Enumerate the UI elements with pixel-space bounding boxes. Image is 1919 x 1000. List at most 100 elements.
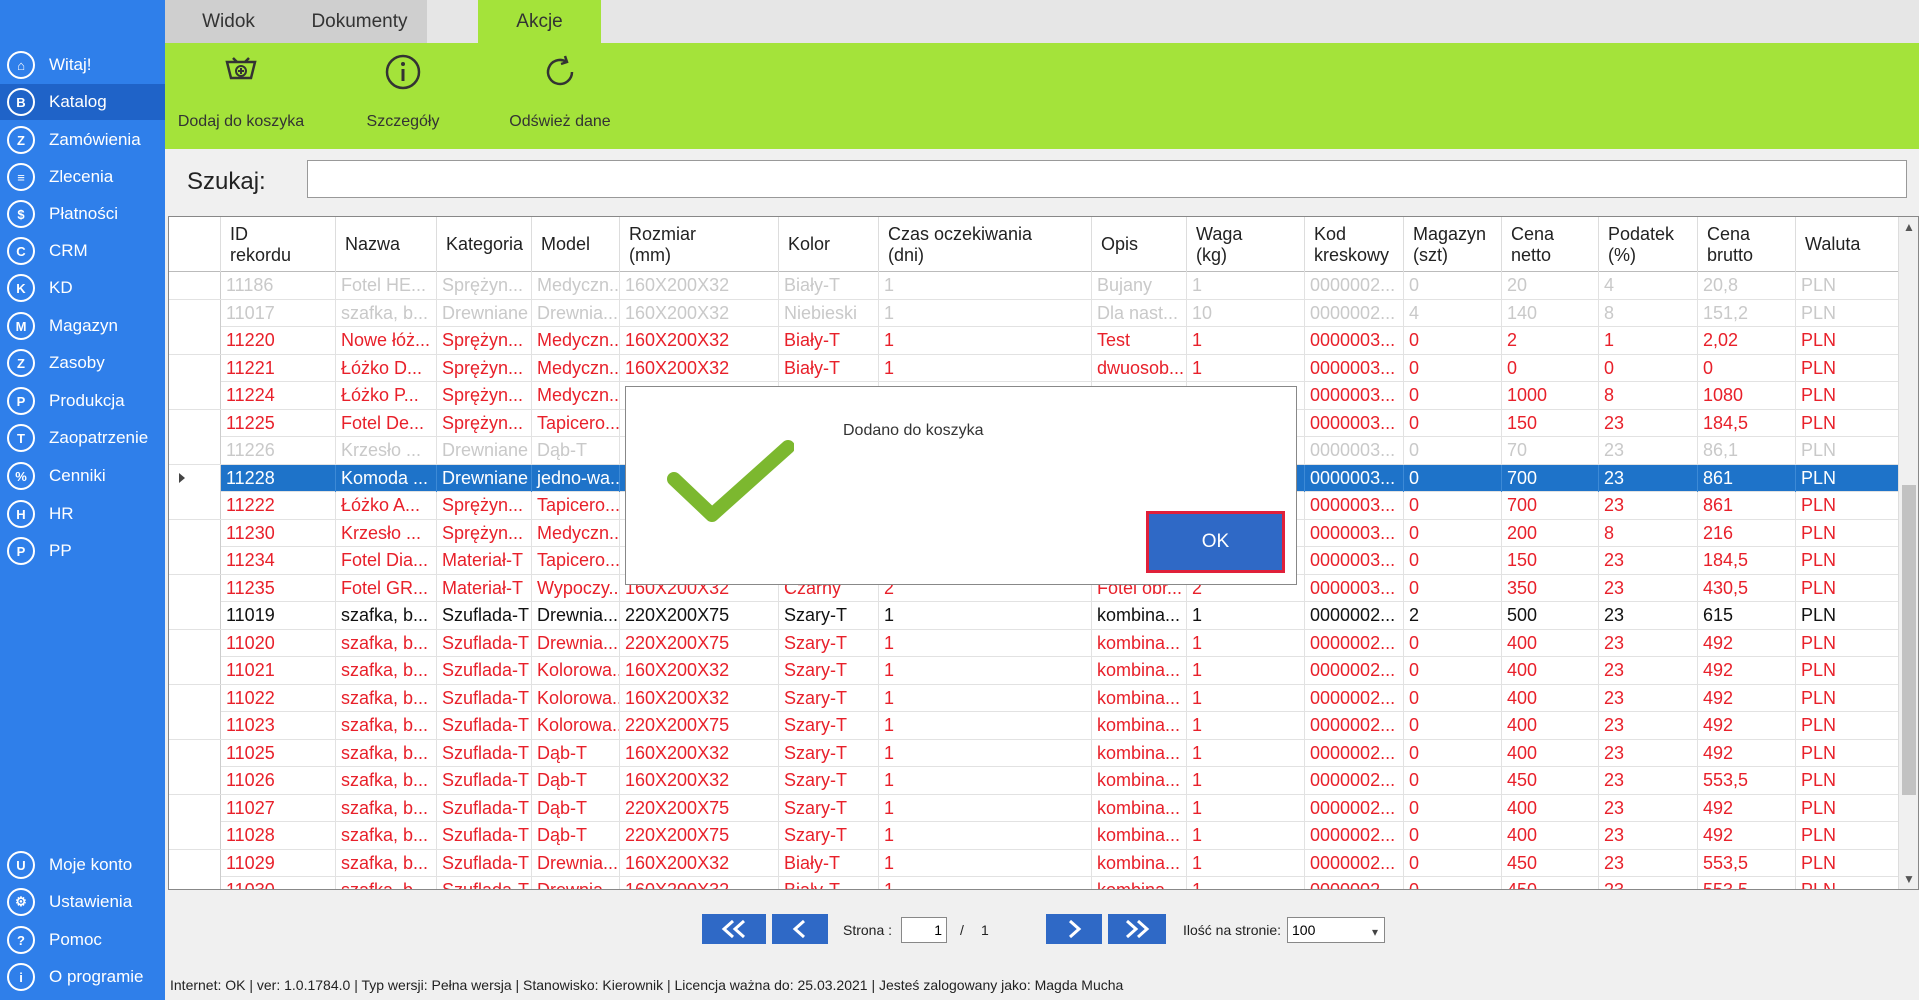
table-cell[interactable]: Kolorowa...	[532, 712, 620, 739]
row-header[interactable]	[169, 437, 221, 464]
table-cell[interactable]: 400	[1502, 657, 1599, 684]
table-cell[interactable]: szafka, b...	[336, 712, 437, 739]
table-cell[interactable]: 492	[1698, 822, 1796, 849]
vertical-scrollbar[interactable]: ▲ ▼	[1898, 217, 1918, 889]
table-cell[interactable]: Medyczn...	[532, 382, 620, 409]
next-page-button[interactable]	[1046, 914, 1102, 944]
table-cell[interactable]: PLN	[1796, 574, 1899, 602]
table-cell[interactable]: szafka, b...	[336, 767, 437, 794]
table-cell[interactable]: Dąb-T	[532, 794, 620, 822]
table-cell[interactable]: 1	[879, 657, 1092, 684]
table-cell[interactable]: 0	[1698, 354, 1796, 382]
table-cell[interactable]: 0000002...	[1305, 877, 1404, 889]
table-cell[interactable]: 11017	[221, 299, 336, 327]
table-cell[interactable]: 1	[1187, 822, 1305, 849]
table-cell[interactable]: 1	[1187, 767, 1305, 794]
table-cell[interactable]: Komoda ...	[336, 464, 437, 492]
table-cell[interactable]: szafka, b...	[336, 684, 437, 712]
table-cell[interactable]: 160X200X32	[620, 354, 779, 382]
table-cell[interactable]: Nowe łóż...	[336, 327, 437, 354]
table-cell[interactable]: 23	[1599, 794, 1698, 822]
table-cell[interactable]: Szuflada-T	[437, 849, 532, 877]
scroll-thumb[interactable]	[1902, 485, 1916, 795]
table-cell[interactable]: PLN	[1796, 327, 1899, 354]
table-cell[interactable]: Kolorowa...	[532, 684, 620, 712]
sidebar-item-płatności[interactable]: $ Płatności	[0, 196, 165, 232]
table-cell[interactable]: 0	[1404, 712, 1502, 739]
table-cell[interactable]: 1	[879, 327, 1092, 354]
table-cell[interactable]: 11230	[221, 519, 336, 547]
table-cell[interactable]: Łóżko P...	[336, 382, 437, 409]
table-cell[interactable]: Tapicero...	[532, 409, 620, 437]
tab-akcje[interactable]: Akcje	[478, 0, 601, 43]
table-cell[interactable]: Drewnia...	[532, 629, 620, 657]
table-cell[interactable]: PLN	[1796, 794, 1899, 822]
table-cell[interactable]: 11220	[221, 327, 336, 354]
scroll-down-icon[interactable]: ▼	[1899, 869, 1918, 889]
table-cell[interactable]: Drewnia...	[532, 877, 620, 889]
table-cell[interactable]: 1	[879, 877, 1092, 889]
table-cell[interactable]: Drewnia...	[532, 299, 620, 327]
table-cell[interactable]: Krzesło ...	[336, 437, 437, 464]
table-cell[interactable]: 0000002...	[1305, 822, 1404, 849]
table-cell[interactable]: 11028	[221, 822, 336, 849]
table-cell[interactable]: 1	[879, 822, 1092, 849]
table-cell[interactable]: 450	[1502, 767, 1599, 794]
table-cell[interactable]: 0	[1404, 684, 1502, 712]
table-cell[interactable]: Dla nast...	[1092, 299, 1187, 327]
ok-button[interactable]: OK	[1146, 511, 1285, 573]
sidebar-item-ustawienia[interactable]: ⚙ Ustawienia	[0, 884, 165, 920]
table-cell[interactable]: Szary-T	[779, 822, 879, 849]
table-cell[interactable]: 200	[1502, 519, 1599, 547]
table-cell[interactable]: 4	[1599, 272, 1698, 299]
table-cell[interactable]: Sprężyn...	[437, 354, 532, 382]
sidebar-item-o-programie[interactable]: i O programie	[0, 959, 165, 995]
table-cell[interactable]: 0000002...	[1305, 684, 1404, 712]
column-header[interactable]: Cena netto	[1502, 217, 1599, 272]
table-cell[interactable]: 11023	[221, 712, 336, 739]
table-cell[interactable]: 70	[1502, 437, 1599, 464]
table-cell[interactable]: Drewniane	[437, 299, 532, 327]
table-cell[interactable]: 0000003...	[1305, 547, 1404, 574]
column-header[interactable]: Opis	[1092, 217, 1187, 272]
sidebar-item-zlecenia[interactable]: ≡ Zlecenia	[0, 159, 165, 195]
table-cell[interactable]: Medyczn...	[532, 327, 620, 354]
table-cell[interactable]: szafka, b...	[336, 822, 437, 849]
sidebar-item-produkcja[interactable]: P Produkcja	[0, 383, 165, 419]
table-cell[interactable]: 0	[1404, 327, 1502, 354]
table-cell[interactable]: 450	[1502, 849, 1599, 877]
table-cell[interactable]: 0000002...	[1305, 794, 1404, 822]
table-cell[interactable]: PLN	[1796, 299, 1899, 327]
table-row[interactable]: 11020 szafka, b... Szuflada-T Drewnia... 220…	[169, 629, 1899, 657]
table-cell[interactable]: 0000002...	[1305, 657, 1404, 684]
table-cell[interactable]: PLN	[1796, 464, 1899, 492]
table-cell[interactable]: 0000003...	[1305, 354, 1404, 382]
table-cell[interactable]: 140	[1502, 299, 1599, 327]
table-cell[interactable]: 11019	[221, 602, 336, 629]
table-cell[interactable]: PLN	[1796, 767, 1899, 794]
sidebar-item-kd[interactable]: K KD	[0, 270, 165, 306]
table-cell[interactable]: 400	[1502, 794, 1599, 822]
table-cell[interactable]: Sprężyn...	[437, 382, 532, 409]
row-header[interactable]	[169, 464, 221, 492]
table-cell[interactable]: 11030	[221, 877, 336, 889]
table-cell[interactable]: szafka, b...	[336, 299, 437, 327]
table-cell[interactable]: 1	[1187, 794, 1305, 822]
table-cell[interactable]: 0	[1404, 739, 1502, 767]
table-cell[interactable]: kombina...	[1092, 794, 1187, 822]
column-header[interactable]: Magazyn (szt)	[1404, 217, 1502, 272]
table-cell[interactable]: 220X200X75	[620, 822, 779, 849]
table-cell[interactable]: 492	[1698, 629, 1796, 657]
table-cell[interactable]: Sprężyn...	[437, 327, 532, 354]
table-cell[interactable]: Dąb-T	[532, 739, 620, 767]
table-cell[interactable]: 0000003...	[1305, 382, 1404, 409]
table-row[interactable]: 11027 szafka, b... Szuflada-T Dąb-T 220X200X…	[169, 794, 1899, 822]
table-cell[interactable]: Szary-T	[779, 629, 879, 657]
table-cell[interactable]: PLN	[1796, 877, 1899, 889]
table-cell[interactable]: 1080	[1698, 382, 1796, 409]
table-row[interactable]: 11025 szafka, b... Szuflada-T Dąb-T 160X200X…	[169, 739, 1899, 767]
table-cell[interactable]: PLN	[1796, 684, 1899, 712]
table-cell[interactable]: kombina...	[1092, 712, 1187, 739]
tab-widok[interactable]: Widok	[165, 0, 292, 43]
table-cell[interactable]: 23	[1599, 657, 1698, 684]
